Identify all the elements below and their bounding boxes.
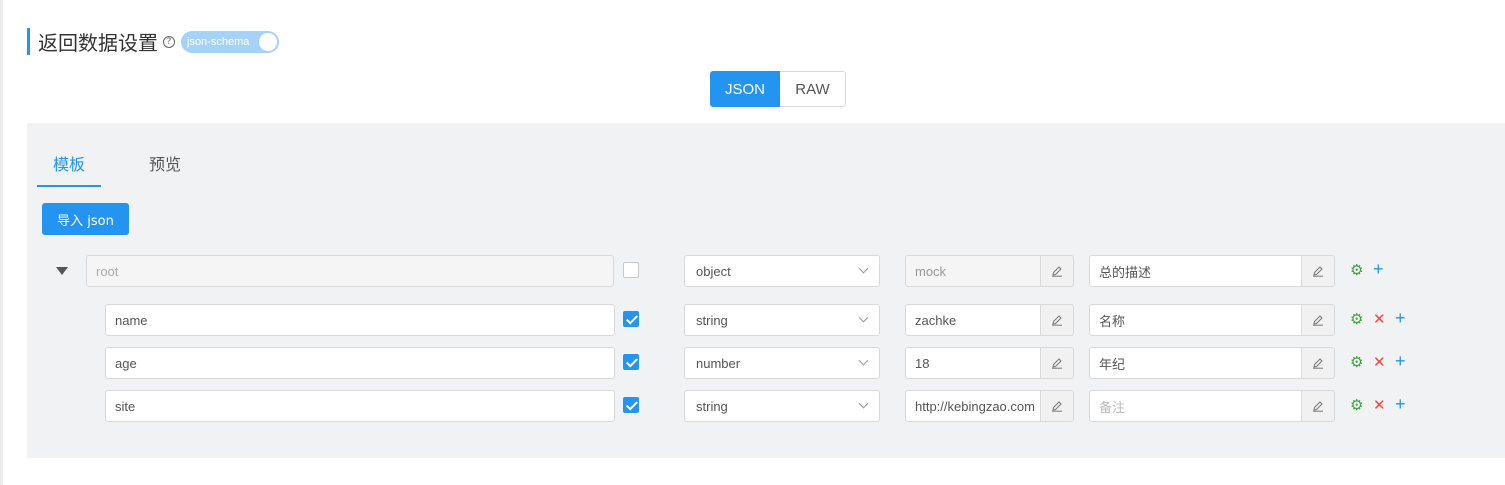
toggle-knob: [259, 32, 277, 51]
tab-template[interactable]: 模板: [53, 151, 85, 175]
edit-description-button[interactable]: [1302, 304, 1335, 336]
field-description-group: 年纪: [1089, 347, 1335, 379]
root-required-checkbox[interactable]: [623, 262, 639, 278]
help-icon[interactable]: ?: [163, 35, 175, 48]
chevron-down-icon: [858, 355, 869, 366]
field-description-input[interactable]: 备注: [1089, 390, 1302, 422]
edit-icon: [1052, 315, 1062, 326]
schema-field-row: site string http://kebingzao.com 备注 ⚙ ✕ …: [27, 390, 1505, 422]
edit-icon: [1313, 266, 1323, 277]
field-type-select[interactable]: string: [684, 390, 880, 422]
field-name-input[interactable]: age: [105, 347, 615, 379]
gear-icon[interactable]: ⚙: [1350, 263, 1363, 279]
root-type-value: object: [696, 263, 731, 279]
active-tab-indicator: [37, 185, 101, 187]
json-schema-toggle[interactable]: json-schema: [181, 30, 279, 53]
left-divider: [0, 0, 3, 485]
section-title: 返回数据设置: [38, 31, 158, 55]
schema-root-row: root object mock 总的描述 ⚙ +: [27, 255, 1505, 287]
field-mock-input[interactable]: 18: [905, 347, 1041, 379]
field-mock-input[interactable]: http://kebingzao.com: [905, 390, 1041, 422]
field-mock-group: zachke: [905, 304, 1074, 336]
edit-mock-button[interactable]: [1041, 255, 1074, 287]
chevron-down-icon: [858, 312, 869, 323]
root-description-group: 总的描述: [1089, 255, 1335, 287]
close-icon[interactable]: ✕: [1373, 355, 1386, 371]
field-name-input[interactable]: site: [105, 390, 615, 422]
root-mock-input: mock: [905, 255, 1041, 287]
chevron-down-icon: [858, 263, 869, 274]
import-json-button[interactable]: 导入 json: [42, 203, 129, 235]
root-mock-group: mock: [905, 255, 1074, 287]
field-name-input[interactable]: name: [105, 304, 615, 336]
plus-icon[interactable]: +: [1395, 395, 1406, 413]
edit-icon: [1313, 401, 1323, 412]
field-type-select[interactable]: string: [684, 304, 880, 336]
edit-icon: [1313, 315, 1323, 326]
edit-icon: [1052, 358, 1062, 369]
field-description-input[interactable]: 年纪: [1089, 347, 1302, 379]
schema-field-row: age number 18 年纪 ⚙ ✕ +: [27, 347, 1505, 379]
field-type-value: string: [696, 312, 728, 328]
section-header: 返回数据设置 ? json-schema: [27, 28, 279, 55]
field-required-checkbox[interactable]: [623, 397, 639, 413]
gear-icon[interactable]: ⚙: [1350, 355, 1363, 371]
gear-icon[interactable]: ⚙: [1350, 312, 1363, 328]
field-type-value: number: [696, 355, 741, 371]
close-icon[interactable]: ✕: [1373, 312, 1386, 328]
tab-preview[interactable]: 预览: [149, 151, 181, 175]
root-name-input: root: [86, 255, 614, 287]
edit-description-button[interactable]: [1302, 390, 1335, 422]
field-description-input[interactable]: 名称: [1089, 304, 1302, 336]
edit-description-button[interactable]: [1302, 347, 1335, 379]
edit-icon: [1313, 358, 1323, 369]
field-description-group: 备注: [1089, 390, 1335, 422]
edit-icon: [1052, 266, 1062, 277]
schema-field-row: name string zachke 名称 ⚙ ✕ +: [27, 304, 1505, 336]
edit-icon: [1052, 401, 1062, 412]
edit-mock-button[interactable]: [1041, 304, 1074, 336]
edit-mock-button[interactable]: [1041, 347, 1074, 379]
field-mock-group: 18: [905, 347, 1074, 379]
caret-down-icon[interactable]: [56, 267, 68, 275]
edit-description-button[interactable]: [1302, 255, 1335, 287]
field-type-select[interactable]: number: [684, 347, 880, 379]
field-mock-group: http://kebingzao.com: [905, 390, 1074, 422]
root-description-input[interactable]: 总的描述: [1089, 255, 1302, 287]
field-required-checkbox[interactable]: [623, 354, 639, 370]
plus-icon[interactable]: +: [1395, 352, 1406, 370]
root-type-select[interactable]: object: [684, 255, 880, 287]
edit-mock-button[interactable]: [1041, 390, 1074, 422]
json-format-button[interactable]: JSON: [710, 71, 780, 107]
plus-icon[interactable]: +: [1395, 309, 1406, 327]
title-accent-bar: [27, 28, 30, 55]
field-mock-input[interactable]: zachke: [905, 304, 1041, 336]
format-switch: JSON RAW: [710, 71, 846, 107]
field-type-value: string: [696, 398, 728, 414]
raw-format-button[interactable]: RAW: [780, 71, 846, 107]
chevron-down-icon: [858, 398, 869, 409]
plus-icon[interactable]: +: [1373, 260, 1384, 278]
close-icon[interactable]: ✕: [1373, 398, 1386, 414]
field-description-group: 名称: [1089, 304, 1335, 336]
gear-icon[interactable]: ⚙: [1350, 398, 1363, 414]
toggle-label: json-schema: [187, 35, 250, 48]
field-required-checkbox[interactable]: [623, 311, 639, 327]
schema-editor-panel: 模板 预览 导入 json root object mock 总的描述 ⚙ + …: [27, 123, 1505, 458]
